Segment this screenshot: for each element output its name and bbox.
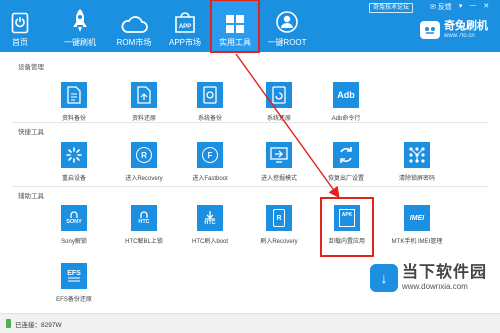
watermark-logo-icon: ↓ — [370, 264, 398, 292]
status-bar: 已连接：8297W — [0, 313, 500, 333]
watermark: ↓ 当下软件园 www.downxia.com — [370, 264, 487, 292]
connection-status: 已连接：8297W — [15, 321, 62, 329]
watermark-name: 当下软件园 — [402, 264, 488, 281]
connected-indicator-icon — [6, 319, 11, 328]
watermark-url: www.downxia.com — [402, 282, 468, 291]
